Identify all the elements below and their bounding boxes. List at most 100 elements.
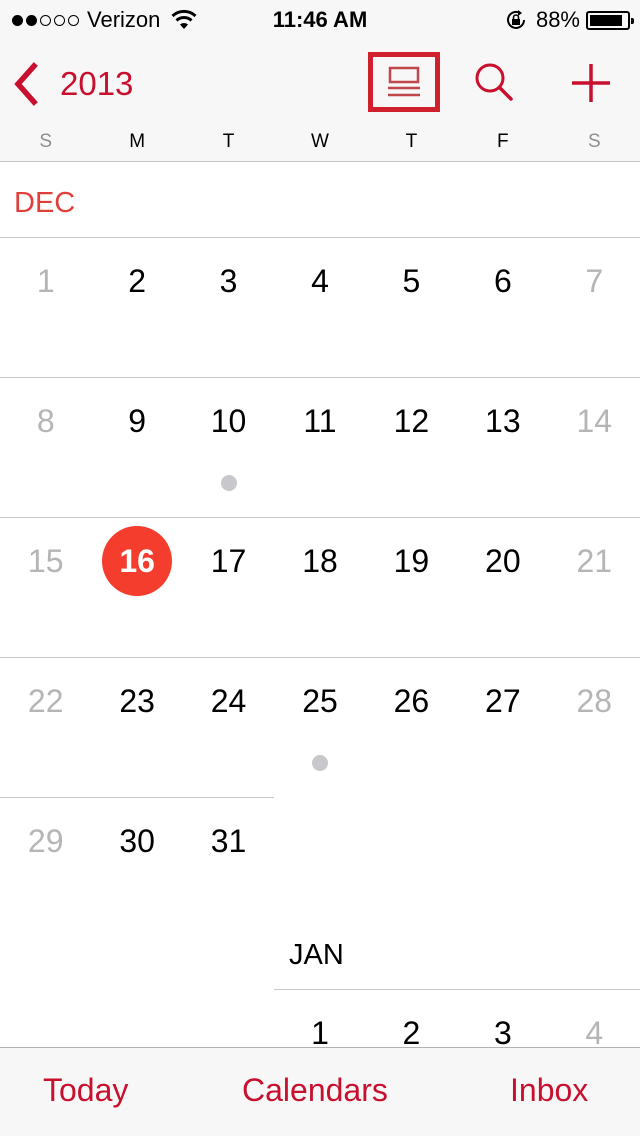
day-cell[interactable]: 8 xyxy=(0,401,91,441)
day-number: 7 xyxy=(585,263,604,299)
day-cell-next-month[interactable]: 4 xyxy=(549,1013,640,1048)
day-number: 3 xyxy=(219,263,238,299)
day-number: 27 xyxy=(485,683,521,719)
day-cell[interactable]: 22 xyxy=(0,681,91,721)
day-number: 4 xyxy=(311,263,329,299)
weekday-label: T xyxy=(405,131,418,152)
day-cell-next-month[interactable]: 2 xyxy=(366,1013,457,1048)
day-number: 5 xyxy=(402,263,421,299)
month-label-january: JAN xyxy=(289,939,344,971)
status-left: Verizon xyxy=(12,6,198,34)
day-cell[interactable]: 4 xyxy=(274,261,365,301)
search-icon[interactable] xyxy=(470,58,520,108)
plus-icon[interactable] xyxy=(566,58,616,108)
list-view-toggle-button[interactable] xyxy=(368,52,440,112)
weekday-header: SMTWTFS xyxy=(0,128,640,156)
day-cell[interactable]: 21 xyxy=(549,541,640,581)
day-cell-next-month[interactable]: 3 xyxy=(457,1013,548,1048)
day-cell[interactable]: 7 xyxy=(549,261,640,301)
day-number: 20 xyxy=(485,543,521,579)
event-indicator-dot xyxy=(220,475,237,491)
row-divider xyxy=(0,517,640,518)
day-cell[interactable]: 18 xyxy=(274,541,365,581)
day-cell[interactable]: 19 xyxy=(366,541,457,581)
day-cell[interactable]: 6 xyxy=(457,261,548,301)
day-cell[interactable]: 2 xyxy=(91,261,182,301)
signal-dot xyxy=(26,14,37,26)
day-number: 15 xyxy=(27,543,64,579)
tab-bar: Today Calendars Inbox xyxy=(0,1047,640,1136)
day-cell[interactable]: 11 xyxy=(274,401,365,441)
day-cell-today[interactable]: 16 xyxy=(91,526,182,596)
day-number: 3 xyxy=(493,1015,512,1048)
row-divider xyxy=(274,989,640,990)
day-number: 2 xyxy=(128,263,147,299)
row-divider xyxy=(0,237,640,238)
signal-strength-icon xyxy=(12,14,79,26)
day-cell[interactable]: 29 xyxy=(0,821,91,861)
day-number: 19 xyxy=(393,543,430,579)
day-cell[interactable]: 30 xyxy=(91,821,182,861)
day-number: 13 xyxy=(485,403,521,439)
day-number: 9 xyxy=(128,403,147,439)
day-number: 8 xyxy=(36,403,55,439)
month-view[interactable]: DEC JAN 1 2 3 4 5 6 7 8 9 10 11 12 13 14 15 16 17 18 19 20 2… xyxy=(0,163,640,1048)
day-number: 1 xyxy=(311,1015,329,1048)
day-cell[interactable]: 13 xyxy=(457,401,548,441)
day-cell[interactable]: 24 xyxy=(183,681,274,721)
carrier-name: Verizon xyxy=(87,7,161,32)
calendars-button[interactable]: Calendars xyxy=(242,1072,388,1109)
row-divider xyxy=(0,377,640,378)
day-number: 24 xyxy=(210,683,247,719)
day-number: 18 xyxy=(302,543,338,579)
inbox-button[interactable]: Inbox xyxy=(510,1072,588,1109)
signal-dot xyxy=(54,14,65,26)
today-button[interactable]: Today xyxy=(43,1072,128,1109)
status-bar: Verizon 11:46 AM 88% xyxy=(0,0,640,40)
day-cell[interactable]: 26 xyxy=(366,681,457,721)
day-cell[interactable]: 15 xyxy=(0,541,91,581)
day-number: 23 xyxy=(119,683,155,719)
day-cell[interactable]: 9 xyxy=(91,401,182,441)
event-indicator-dot xyxy=(312,755,328,771)
day-cell-next-month[interactable]: 1 xyxy=(274,1013,365,1048)
day-cell[interactable]: 5 xyxy=(366,261,457,301)
day-number: 31 xyxy=(210,823,247,859)
battery-percent: 88% xyxy=(535,7,580,32)
day-cell[interactable]: 17 xyxy=(183,541,274,581)
signal-dot xyxy=(12,14,23,26)
day-number: 4 xyxy=(585,1015,604,1048)
day-cell[interactable]: 1 xyxy=(0,261,91,301)
day-cell[interactable]: 10 xyxy=(183,401,274,441)
day-cell[interactable]: 23 xyxy=(91,681,182,721)
day-cell[interactable]: 3 xyxy=(183,261,274,301)
navigation-bar: 2013 S M T W T F S xyxy=(0,40,640,162)
day-number: 25 xyxy=(302,683,338,719)
back-label: 2013 xyxy=(60,65,134,102)
day-number: 14 xyxy=(576,403,613,439)
day-cell[interactable]: 12 xyxy=(366,401,457,441)
wifi-icon xyxy=(171,9,197,29)
day-number: 2 xyxy=(402,1015,421,1048)
day-number: 29 xyxy=(27,823,64,859)
battery-icon xyxy=(586,10,634,30)
day-number: 28 xyxy=(576,683,613,719)
day-cell[interactable]: 25 xyxy=(274,681,365,721)
day-number: 17 xyxy=(210,543,247,579)
day-number: 6 xyxy=(493,263,512,299)
day-number: 26 xyxy=(393,683,430,719)
day-cell[interactable]: 28 xyxy=(549,681,640,721)
day-cell[interactable]: 14 xyxy=(549,401,640,441)
row-divider xyxy=(0,657,640,658)
rotation-lock-icon xyxy=(506,10,525,29)
day-cell[interactable]: 27 xyxy=(457,681,548,721)
signal-dot xyxy=(40,14,51,26)
day-cell[interactable]: 20 xyxy=(457,541,548,581)
back-to-year-button[interactable]: 2013 xyxy=(12,60,133,108)
day-number: 10 xyxy=(210,403,247,439)
status-right: 88% xyxy=(504,6,634,34)
weekday-label: W xyxy=(311,131,329,152)
weekday-label: S xyxy=(39,131,53,152)
weekday-label: S xyxy=(587,131,601,152)
day-cell[interactable]: 31 xyxy=(183,821,274,861)
